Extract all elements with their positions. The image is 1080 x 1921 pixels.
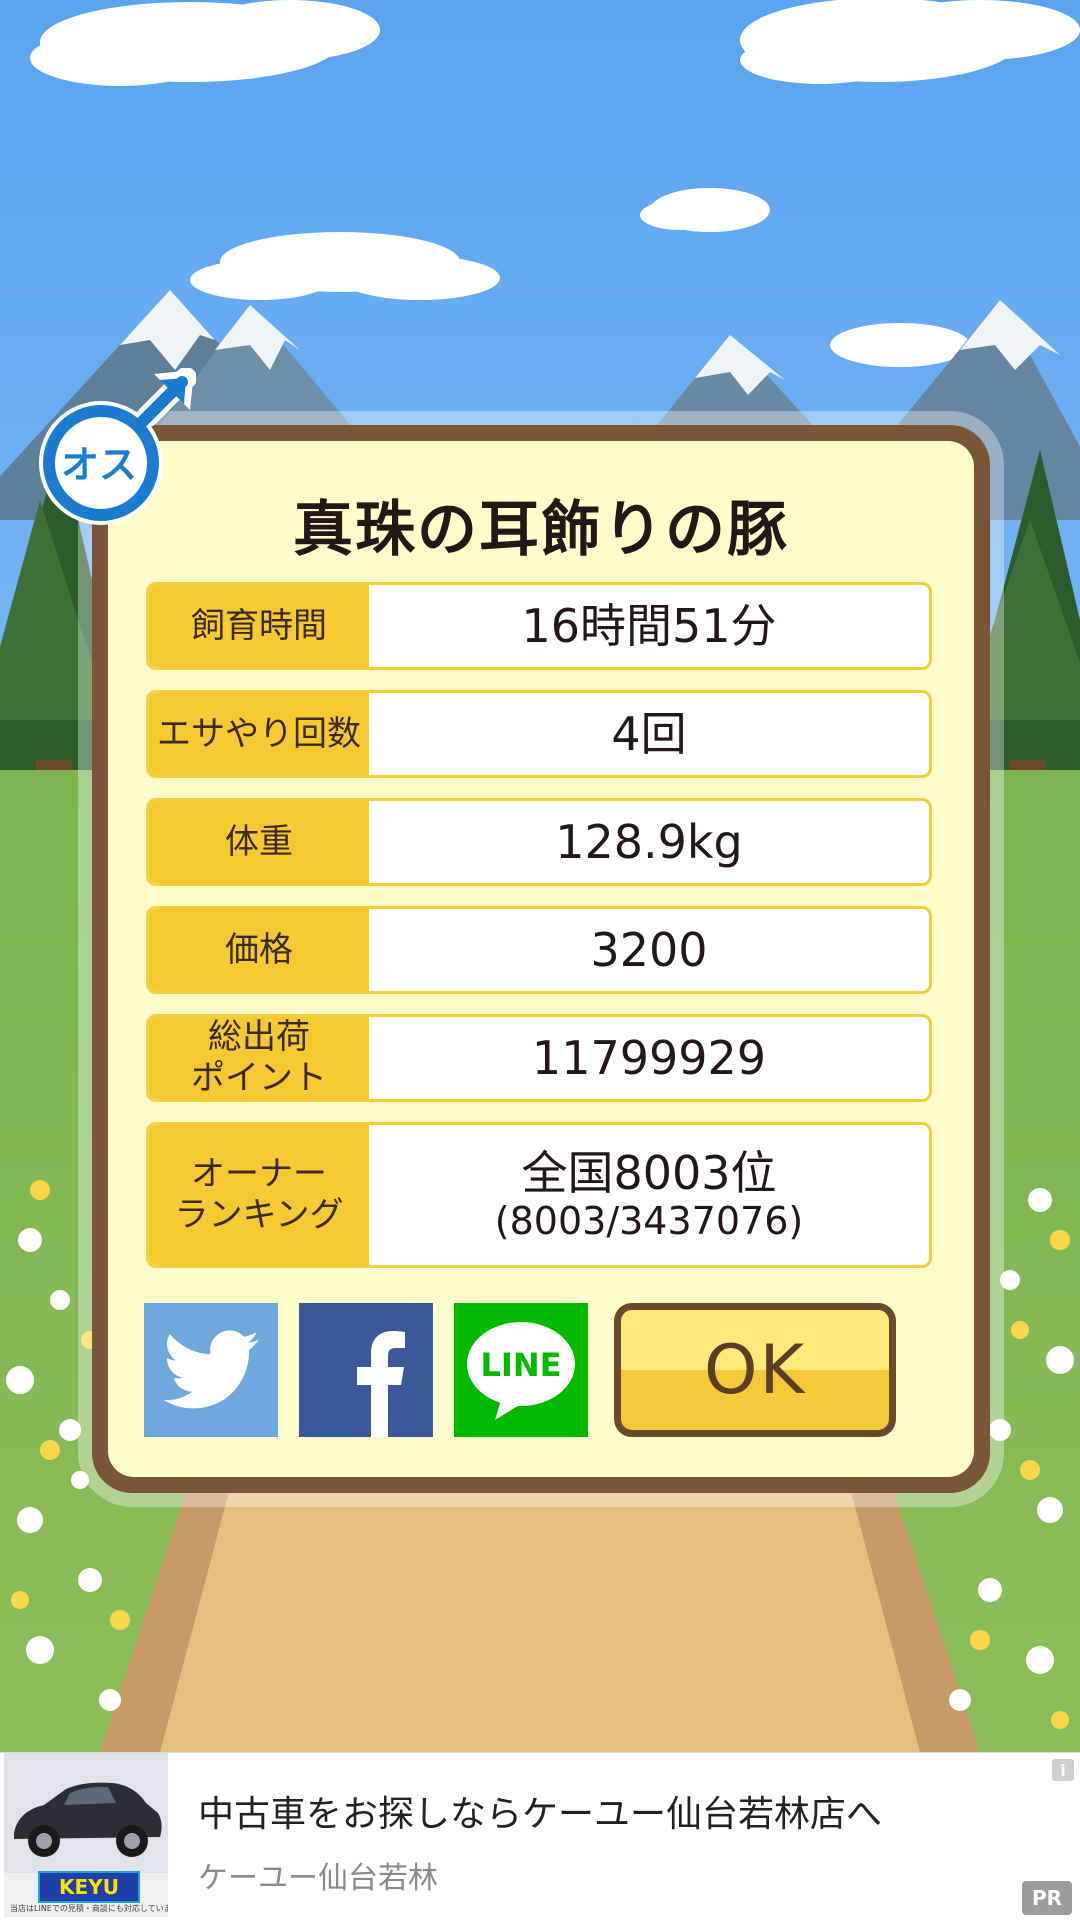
stat-label: 総出荷 ポイント xyxy=(149,1017,369,1099)
facebook-share-button[interactable] xyxy=(299,1303,433,1437)
ad-info-icon[interactable]: i xyxy=(1052,1759,1074,1781)
car-icon xyxy=(4,1753,168,1873)
stat-row-weight: 体重 128.9kg xyxy=(146,798,932,886)
ad-caption: 当店はLINEでの見積・商談にも対応しています。 xyxy=(10,1904,168,1913)
stat-row-shipping-points: 総出荷 ポイント 11799929 xyxy=(146,1014,932,1102)
ad-pr-badge: PR xyxy=(1022,1881,1072,1915)
stat-label: 体重 xyxy=(149,801,369,883)
stat-value: 128.9kg xyxy=(555,814,743,869)
male-gender-badge-icon: オス xyxy=(36,367,197,528)
line-share-button[interactable]: LINE xyxy=(454,1303,588,1437)
stat-label: エサやり回数 xyxy=(149,693,369,775)
facebook-icon xyxy=(357,1331,405,1437)
stat-value: 4回 xyxy=(611,706,687,761)
stat-value: 全国8003位 (8003/3437076) xyxy=(369,1125,929,1265)
stat-row-owner-ranking: オーナー ランキング 全国8003位 (8003/3437076) xyxy=(146,1122,932,1268)
gender-badge-text: オス xyxy=(61,443,137,487)
line-icon: LINE xyxy=(467,1322,575,1420)
twitter-icon xyxy=(163,1330,259,1409)
stat-value: 16時間51分 xyxy=(521,598,777,653)
ad-car-image[interactable]: KEYU 当店はLINEでの見積・商談にも対応しています。 xyxy=(4,1753,168,1917)
ranking-national: 全国8003位 xyxy=(521,1145,777,1200)
stat-row-feed-count: エサやり回数 4回 xyxy=(146,690,932,778)
stat-value: 3200 xyxy=(590,922,708,977)
stat-label: 価格 xyxy=(149,909,369,991)
stat-label: 飼育時間 xyxy=(149,585,369,667)
twitter-share-button[interactable] xyxy=(144,1303,278,1437)
stat-row-price: 価格 3200 xyxy=(146,906,932,994)
stat-value: 11799929 xyxy=(531,1030,767,1085)
ad-banner[interactable]: KEYU 当店はLINEでの見積・商談にも対応しています。 中古車をお探しならケ… xyxy=(0,1752,1080,1921)
ad-advertiser[interactable]: ケーユー仙台若林 xyxy=(198,1853,438,1897)
ok-button[interactable]: OK xyxy=(614,1303,896,1437)
stat-label: オーナー ランキング xyxy=(149,1125,369,1265)
pig-name-title: 真珠の耳飾りの豚 xyxy=(293,495,789,565)
stat-row-raising-time: 飼育時間 16時間51分 xyxy=(146,582,932,670)
ad-headline[interactable]: 中古車をお探しならケーユー仙台若林店へ xyxy=(198,1785,882,1837)
ad-advertiser-logo: KEYU xyxy=(38,1871,140,1903)
ranking-detail: (8003/3437076) xyxy=(494,1198,804,1243)
line-label: LINE xyxy=(481,1346,562,1384)
